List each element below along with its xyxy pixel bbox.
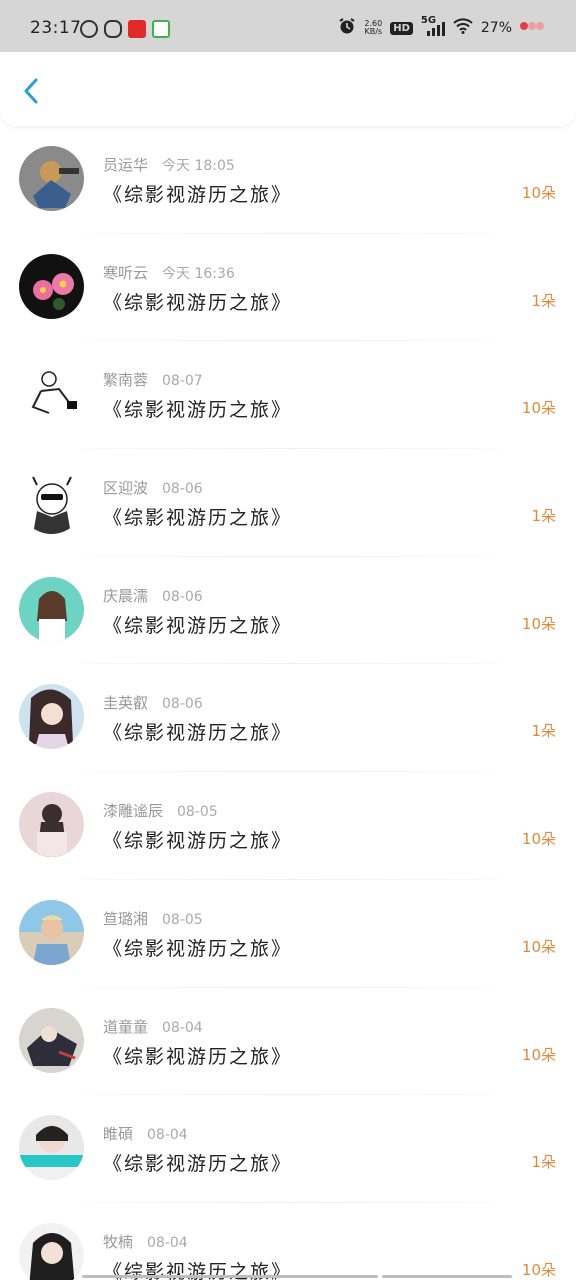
book-title: 《综影视游历之旅》: [103, 722, 293, 745]
user-name: 圭英叡: [103, 694, 149, 713]
app-header: [0, 52, 576, 126]
list-item[interactable]: 寒听云 今天 16:36 《综影视游历之旅》 1朵: [0, 234, 576, 342]
hd-badge: HD: [390, 21, 413, 35]
book-title: 《综影视游历之旅》: [103, 1045, 293, 1068]
record-time: 08-06: [162, 481, 203, 498]
avatar: [19, 1115, 84, 1181]
gift-amount: 10朵: [521, 1260, 556, 1279]
network-speed: 2.60 KB/s: [364, 20, 382, 36]
alarm-icon: [338, 17, 356, 39]
avatar: [19, 469, 84, 535]
list-item[interactable]: 笪璐湘 08-05 《综影视游历之旅》 10朵: [0, 880, 576, 988]
user-name: 寒听云: [103, 263, 149, 282]
gift-amount: 10朵: [521, 614, 556, 633]
signal-icon: 5G: [421, 15, 445, 37]
list-item[interactable]: 区迎波 08-06 《综影视游历之旅》 1朵: [0, 449, 576, 557]
user-name: 员运华: [103, 156, 149, 174]
avatar: [19, 361, 84, 427]
book-title: 《综影视游历之旅》: [103, 291, 293, 314]
record-time: 08-04: [147, 1127, 188, 1144]
gift-amount: 1朵: [531, 722, 556, 741]
gift-record-list: 员运华 今天 18:05 《综影视游历之旅》 10朵 寒听云 今天 16:36 《综…: [0, 126, 576, 1280]
gift-amount: 10朵: [521, 184, 556, 202]
avatar: [19, 792, 84, 858]
avatar: [19, 253, 84, 319]
user-name: 道童童: [103, 1017, 149, 1036]
green-app-icon: [152, 20, 170, 38]
list-item[interactable]: 道童童 08-04 《综影视游历之旅》 10朵: [0, 988, 576, 1096]
book-title: 《综影视游历之旅》: [103, 614, 293, 637]
gift-amount: 10朵: [521, 937, 556, 956]
gift-amount: 1朵: [531, 1153, 556, 1172]
gift-amount: 1朵: [531, 291, 556, 310]
avatar: [19, 146, 84, 211]
battery-text: 27%: [480, 20, 512, 36]
book-title: 《综影视游历之旅》: [103, 830, 293, 853]
user-name: 睢碩: [103, 1125, 134, 1144]
list-item[interactable]: 牧楠 08-04 《综影视游历之旅》 10朵: [0, 1203, 576, 1280]
list-item[interactable]: 漆雕谧辰 08-05 《综影视游历之旅》 10朵: [0, 772, 576, 880]
record-time: 08-04: [147, 1234, 188, 1251]
chevron-left-icon: [24, 78, 38, 104]
avatar: [19, 1222, 84, 1280]
user-name: 庆晨濡: [103, 586, 149, 605]
status-bar: 23:17 2.60 KB/s HD 5G 27%: [0, 0, 576, 52]
book-title: 《综影视游历之旅》: [103, 184, 293, 206]
list-item[interactable]: 庆晨濡 08-06 《综影视游历之旅》 10朵: [0, 557, 576, 665]
record-time: 08-04: [162, 1019, 203, 1036]
record-time: 今天 16:36: [162, 265, 235, 282]
user-name: 牧楠: [103, 1232, 134, 1251]
avatar: [19, 684, 84, 750]
record-time: 08-05: [162, 911, 203, 928]
record-time: 08-06: [162, 696, 203, 713]
avatar: [19, 899, 84, 965]
link-app-icon: [104, 20, 122, 38]
record-time: 08-05: [177, 804, 218, 821]
k-app-icon: [80, 20, 98, 38]
book-title: 《综影视游历之旅》: [103, 399, 293, 422]
battery-icon: [520, 20, 546, 36]
gift-amount: 10朵: [521, 399, 556, 418]
status-time: 23:17: [30, 18, 82, 38]
user-name: 繁南蓉: [103, 371, 149, 390]
speed-unit: KB/s: [364, 27, 383, 36]
user-name: 区迎波: [103, 479, 149, 498]
gift-amount: 1朵: [531, 507, 556, 526]
avatar: [19, 576, 84, 642]
gift-amount: 10朵: [521, 830, 556, 849]
back-button[interactable]: [18, 74, 48, 108]
scroll-indicator-left: [82, 1275, 378, 1278]
user-name: 漆雕谧辰: [103, 802, 164, 821]
record-time: 08-07: [162, 373, 203, 390]
record-time: 08-06: [162, 588, 203, 605]
list-item[interactable]: 圭英叡 08-06 《综影视游历之旅》 1朵: [0, 664, 576, 773]
list-item[interactable]: 繁南蓉 08-07 《综影视游历之旅》 10朵: [0, 341, 576, 450]
list-item[interactable]: 睢碩 08-04 《综影视游历之旅》 1朵: [0, 1095, 576, 1203]
record-time: 今天 18:05: [162, 158, 235, 174]
book-title: 《综影视游历之旅》: [103, 937, 293, 960]
red-app-icon: [128, 20, 146, 38]
gift-amount: 10朵: [521, 1045, 556, 1064]
avatar: [19, 1007, 84, 1073]
user-name: 笪璐湘: [103, 909, 149, 928]
book-title: 《综影视游历之旅》: [103, 1153, 293, 1176]
book-title: 《综影视游历之旅》: [103, 507, 293, 530]
wifi-icon: [453, 18, 473, 38]
list-item[interactable]: 员运华 今天 18:05 《综影视游历之旅》 10朵: [0, 126, 576, 234]
scroll-indicator-right: [382, 1275, 512, 1278]
